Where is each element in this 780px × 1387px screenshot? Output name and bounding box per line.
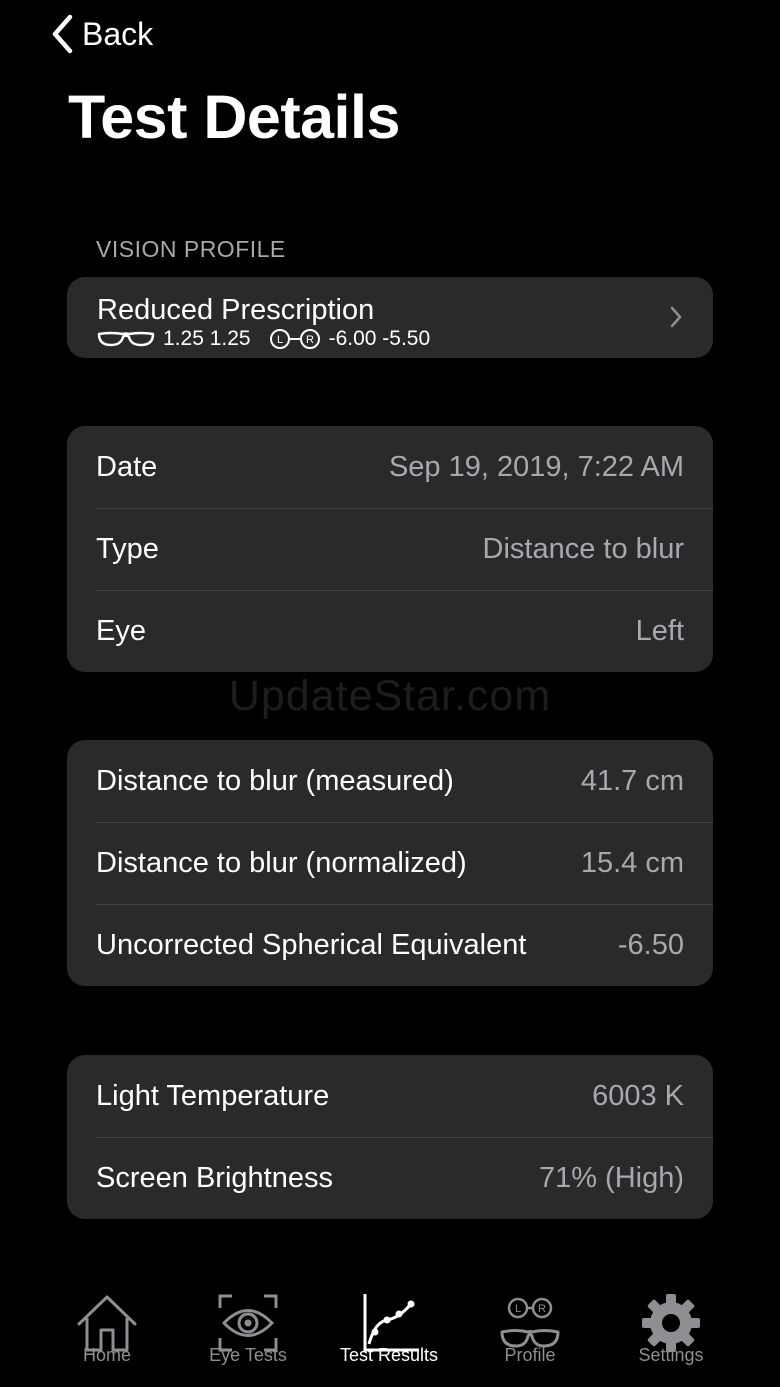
row-label: Eye: [96, 614, 146, 647]
tab-label: Home: [82, 1345, 131, 1365]
glasses-icon: [97, 331, 155, 347]
row-value: Left: [635, 614, 684, 647]
row-value: 15.4 cm: [580, 846, 684, 879]
watermark: UpdateStar.com: [228, 672, 552, 720]
back-label: Back: [82, 15, 154, 52]
row-value: 71% (High): [538, 1161, 684, 1194]
tab-eye-tests[interactable]: Eye Tests: [178, 1292, 318, 1366]
row-label: Distance to blur (normalized): [96, 846, 467, 879]
row-label: Uncorrected Spherical Equivalent: [96, 928, 527, 961]
tab-label: Profile: [504, 1345, 556, 1365]
contacts-values: -6.00 -5.50: [328, 327, 431, 350]
contacts-right-letter: R: [306, 334, 314, 346]
measure-row-distance-measured: Distance to blur (measured) 41.7 cm: [67, 740, 713, 822]
tab-test-results[interactable]: Test Results: [319, 1292, 459, 1366]
row-value: Distance to blur: [482, 532, 685, 565]
vision-profile-card[interactable]: Reduced Prescription 1.25 1.25 L R -6.00…: [67, 277, 713, 358]
row-value: -6.50: [617, 928, 684, 961]
row-value: Sep 19, 2019, 7:22 AM: [388, 450, 684, 483]
back-button[interactable]: Back: [50, 12, 153, 56]
measure-row-spherical-equivalent: Uncorrected Spherical Equivalent -6.50: [67, 904, 713, 986]
row-label: Date: [96, 450, 158, 483]
test-info-card: Date Sep 19, 2019, 7:22 AM Type Distance…: [67, 426, 713, 672]
tab-profile[interactable]: L R Profile: [460, 1292, 600, 1366]
profile-name: Reduced Prescription: [97, 294, 375, 326]
row-value: 6003 K: [592, 1079, 684, 1112]
svg-text:L: L: [515, 1303, 521, 1315]
row-label: Type: [96, 532, 159, 565]
svg-text:R: R: [538, 1303, 546, 1315]
tab-bar: Home Eye Tests Test Results L R Profile …: [0, 1280, 780, 1387]
chevron-right-icon: [670, 306, 682, 328]
contacts-left-letter: L: [277, 334, 283, 346]
prescription-summary: 1.25 1.25 L R -6.00 -5.50: [97, 327, 430, 351]
row-label: Screen Brightness: [96, 1161, 333, 1194]
info-row-type: Type Distance to blur: [67, 508, 713, 590]
environment-card: Light Temperature 6003 K Screen Brightne…: [67, 1055, 713, 1219]
measure-row-distance-normalized: Distance to blur (normalized) 15.4 cm: [67, 822, 713, 904]
tab-label: Eye Tests: [209, 1345, 287, 1365]
row-label: Light Temperature: [96, 1079, 330, 1112]
page-title: Test Details: [68, 83, 400, 151]
tab-label: Settings: [638, 1345, 704, 1365]
env-row-screen-brightness: Screen Brightness 71% (High): [67, 1137, 713, 1219]
chevron-left-icon: [52, 14, 73, 54]
row-label: Distance to blur (measured): [96, 764, 454, 797]
env-row-light-temperature: Light Temperature 6003 K: [67, 1055, 713, 1137]
section-header-vision-profile: VISION PROFILE: [96, 236, 286, 262]
tab-settings[interactable]: Settings: [601, 1292, 741, 1366]
info-row-eye: Eye Left: [67, 590, 713, 672]
info-row-date: Date Sep 19, 2019, 7:22 AM: [67, 426, 713, 508]
tab-home[interactable]: Home: [37, 1292, 177, 1366]
contacts-icon: L R: [269, 329, 320, 349]
tab-label: Test Results: [339, 1345, 439, 1365]
glasses-values: 1.25 1.25: [163, 327, 251, 350]
measurements-card: Distance to blur (measured) 41.7 cm Dist…: [67, 740, 713, 986]
row-value: 41.7 cm: [580, 764, 684, 797]
